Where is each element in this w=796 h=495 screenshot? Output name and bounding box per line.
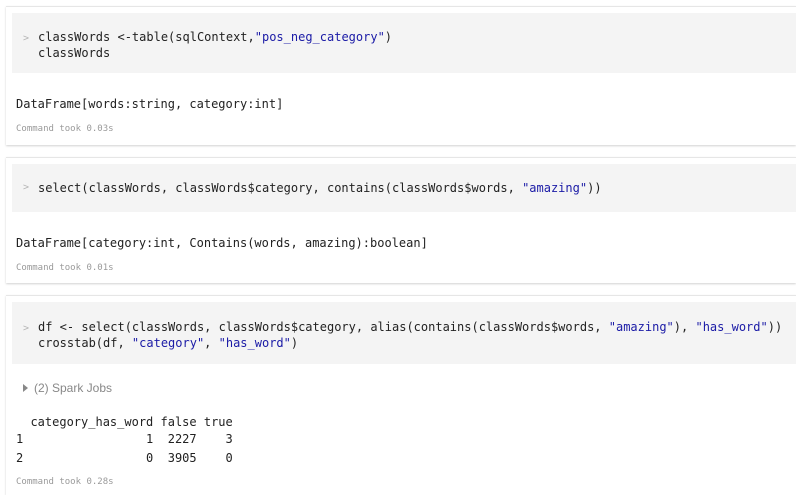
code-editor-1[interactable]: > classWords <-table(sqlContext,"pos_neg… (12, 13, 796, 73)
notebook-cell-2[interactable]: > select(classWords, classWords$category… (6, 157, 796, 283)
crosstab-row: 1 1 2227 3 (16, 432, 233, 446)
notebook-cell-1[interactable]: > classWords <-table(sqlContext,"pos_neg… (6, 6, 796, 145)
cell-output: DataFrame[category:int, Contains(words, … (16, 236, 428, 250)
code-line: classWords (38, 46, 111, 60)
notebook-cell-3[interactable]: > df <- select(classWords, classWords$ca… (6, 295, 796, 495)
code-line: crosstab(df, "category", "has_word") (38, 336, 299, 350)
spark-jobs-label: (2) Spark Jobs (34, 381, 113, 395)
command-took-label: Command took 0.03s (16, 124, 114, 134)
caret-right-icon (23, 384, 28, 392)
prompt-marker: > (23, 323, 30, 334)
command-took-label: Command took 0.28s (16, 477, 114, 487)
spark-jobs-toggle[interactable]: (2) Spark Jobs (23, 381, 112, 395)
code-line: df <- select(classWords, classWords$cate… (38, 320, 783, 334)
command-took-label: Command took 0.01s (16, 263, 114, 273)
prompt-marker: > (23, 33, 30, 44)
code-editor-2[interactable]: > select(classWords, classWords$category… (12, 164, 796, 212)
cell-output: DataFrame[words:string, category:int] (16, 97, 284, 111)
code-editor-3[interactable]: > df <- select(classWords, classWords$ca… (12, 302, 796, 364)
crosstab-row: 2 0 3905 0 (16, 451, 233, 465)
crosstab-header: category_has_word false true (16, 415, 233, 429)
code-line: classWords <-table(sqlContext,"pos_neg_c… (38, 30, 393, 44)
prompt-marker: > (23, 182, 30, 193)
code-line: select(classWords, classWords$category, … (38, 181, 602, 195)
